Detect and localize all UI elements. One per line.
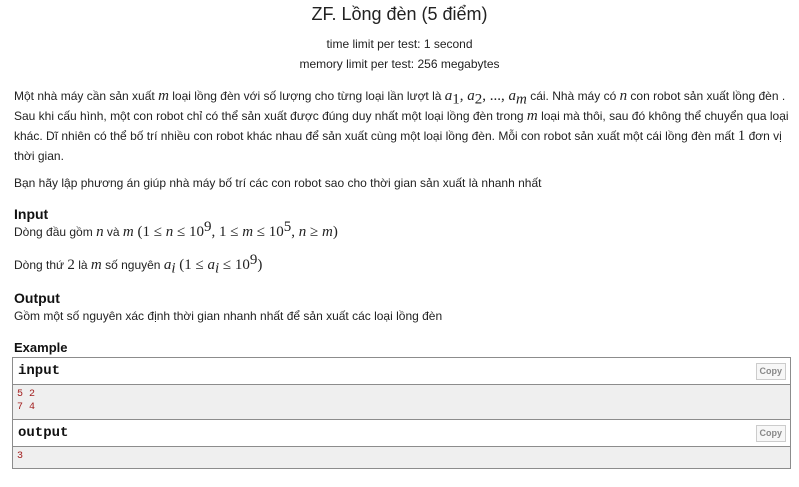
problem-title: ZF. Lồng đèn (5 điểm) (311, 4, 488, 24)
copy-input-button[interactable]: Copy (755, 363, 786, 380)
output-heading: Output (14, 290, 60, 306)
statement-task: Bạn hãy lập phương án giúp nhà máy bố tr… (14, 176, 542, 190)
time-limit: time limit per test: 1 second (326, 37, 473, 51)
example-output-box: output Copy 3 (12, 419, 791, 469)
example-input-label: input (18, 363, 61, 379)
example-output-header: output Copy (13, 420, 790, 447)
statement-paragraph: Một nhà máy cần sản xuất m loại lồng đèn… (14, 88, 789, 163)
example-input-content: 5 2 7 4 (17, 389, 36, 413)
example-input-box: input Copy 5 2 7 4 (12, 357, 791, 421)
example-heading: Example (14, 340, 68, 355)
input-heading: Input (14, 206, 49, 222)
output-description: Gồm một số nguyên xác định thời gian nha… (14, 309, 443, 323)
example-input-header: input Copy (13, 358, 790, 385)
example-output-content: 3 (17, 451, 24, 462)
memory-limit: memory limit per test: 256 megabytes (299, 57, 500, 71)
input-line-2: Dòng thứ 2 là m số nguyên ai (1 ≤ ai ≤ 1… (14, 252, 263, 277)
input-line-1: Dòng đầu gồm n và m (1 ≤ n ≤ 109, 1 ≤ m … (14, 219, 338, 241)
copy-output-button[interactable]: Copy (755, 425, 786, 442)
example-output-label: output (18, 425, 69, 441)
